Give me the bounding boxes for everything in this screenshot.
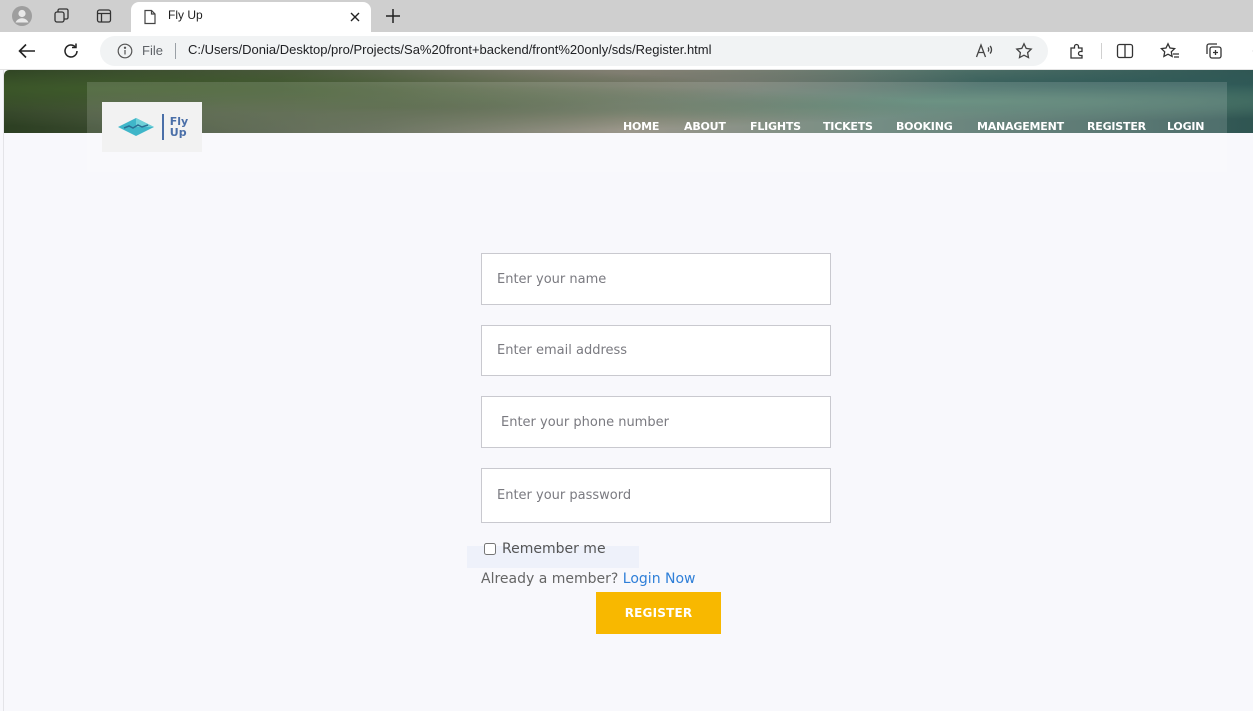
address-bar[interactable]: File C:/Users/Donia/Desktop/pro/Projects… (100, 36, 1048, 66)
browser-tab-bar: Fly Up (0, 0, 1253, 32)
member-text: Already a member? (481, 571, 619, 587)
back-arrow-icon[interactable] (14, 39, 40, 63)
email-input[interactable] (481, 325, 831, 376)
plus-icon[interactable] (381, 4, 405, 28)
split-screen-icon[interactable] (1114, 40, 1136, 62)
omnibox-divider (175, 43, 176, 59)
page-content: Fly Up HOME ABOUT FLIGHTS TICKETS BOOKIN… (3, 70, 1253, 711)
info-icon[interactable] (117, 43, 133, 59)
nav-register[interactable]: REGISTER (1087, 120, 1146, 134)
nav-flights[interactable]: FLIGHTS (750, 120, 801, 134)
nav-about[interactable]: ABOUT (684, 120, 726, 134)
browser-tab[interactable]: Fly Up (131, 2, 371, 32)
name-input[interactable] (481, 253, 831, 305)
remember-me[interactable]: Remember me (484, 541, 606, 557)
star-icon[interactable] (1014, 41, 1034, 61)
read-aloud-icon[interactable] (974, 41, 994, 61)
nav-booking[interactable]: BOOKING (896, 120, 953, 134)
register-button[interactable]: REGISTER (596, 592, 721, 634)
scheme-label: File (142, 43, 163, 58)
logo-wordmark: Fly Up (170, 116, 188, 138)
nav-home[interactable]: HOME (623, 120, 659, 134)
remember-label: Remember me (502, 541, 606, 557)
logo-emblem-icon (117, 118, 154, 136)
more-icon[interactable] (1244, 40, 1253, 62)
nav-tickets[interactable]: TICKETS (823, 120, 873, 134)
login-prompt: Already a member? Login Now (481, 571, 696, 587)
logo-line-2: Up (169, 126, 187, 139)
nav-login[interactable]: LOGIN (1167, 120, 1204, 134)
collections-icon[interactable] (1203, 40, 1225, 62)
tab-title: Fly Up (168, 8, 203, 22)
remember-checkbox[interactable] (484, 543, 496, 555)
toolbar-divider (1101, 43, 1102, 59)
login-now-link[interactable]: Login Now (623, 571, 696, 587)
page-icon (141, 8, 159, 26)
site-logo[interactable]: Fly Up (102, 102, 202, 152)
close-icon[interactable] (345, 7, 365, 27)
reload-icon[interactable] (58, 39, 84, 63)
password-input[interactable] (481, 468, 831, 523)
favorites-icon[interactable] (1159, 40, 1181, 62)
tab-actions-icon[interactable] (92, 4, 116, 28)
url-text[interactable]: C:/Users/Donia/Desktop/pro/Projects/Sa%2… (188, 42, 712, 57)
phone-input[interactable] (481, 396, 831, 448)
workspaces-icon[interactable] (50, 4, 74, 28)
extensions-icon[interactable] (1066, 40, 1088, 62)
profile-icon[interactable] (10, 4, 34, 28)
nav-management[interactable]: MANAGEMENT (977, 120, 1064, 134)
logo-divider (161, 114, 164, 140)
browser-toolbar: File C:/Users/Donia/Desktop/pro/Projects… (0, 32, 1253, 70)
